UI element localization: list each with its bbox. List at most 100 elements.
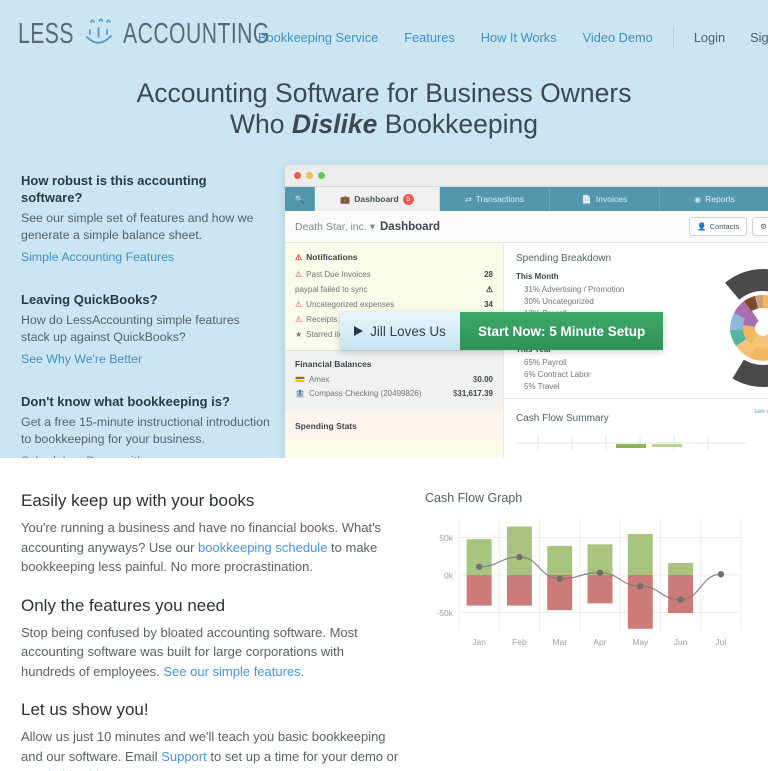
video-testimonial-button[interactable]: Jill Loves Us — [340, 312, 460, 350]
tab-reports[interactable]: ◉ Reports — [660, 187, 768, 211]
video-testimonial-label: Jill Loves Us — [370, 323, 446, 339]
tab-dashboard[interactable]: 💼 Dashboard 5 — [315, 187, 440, 211]
hero-section: LESS ACCOUNTING Bookkeeping Service Feat… — [0, 0, 768, 458]
lower-text-column: Easily keep up with your books You're ru… — [21, 491, 401, 771]
notification-value: 34 — [484, 300, 493, 309]
site-logo[interactable]: LESS ACCOUNTING — [18, 16, 282, 49]
cash-flow-summary-heading: Cash Flow Summary — [516, 413, 609, 424]
feature-body: Get a free 15-minute instructional intro… — [21, 415, 270, 446]
card-icon: 💳 — [295, 375, 305, 384]
nav-link-features[interactable]: Features — [404, 30, 455, 45]
feature-link[interactable]: Simple Accounting Features — [21, 250, 174, 264]
headline-post: Bookkeeping — [377, 109, 538, 139]
gear-icon: ⚙ — [760, 222, 767, 231]
warning-triangle-icon: ⚠ — [295, 315, 303, 324]
hero-headline: Accounting Software for Business Owners … — [0, 78, 768, 140]
notification-row[interactable]: ⚠ Past Due Invoices 28 — [285, 267, 503, 282]
notification-row[interactable]: ⚠ Uncategorized expenses 34 — [285, 297, 503, 312]
cash-flow-see-all-link[interactable]: see all — [754, 408, 768, 415]
app-subheader: Death Star, inc. ▾ Dashboard 👤 Contacts … — [285, 211, 768, 243]
spending-donut-chart — [704, 269, 768, 387]
cash-flow-summary-panel: Cash Flow Summary see all — [504, 398, 768, 458]
page-title: Dashboard — [380, 220, 441, 233]
lower-block-books: Easily keep up with your books You're ru… — [21, 491, 401, 577]
simple-features-link[interactable]: See our simple features. — [163, 664, 304, 679]
feature-body: How do LessAccounting simple features st… — [21, 313, 240, 344]
svg-text:-50k: -50k — [436, 608, 453, 618]
lower-block-title: Easily keep up with your books — [21, 491, 255, 510]
balance-value: $0.00 — [473, 375, 493, 384]
svg-text:Jun: Jun — [674, 637, 688, 647]
briefcase-icon: 💼 — [340, 194, 351, 204]
svg-text:Apr: Apr — [593, 637, 606, 647]
feature-link[interactable]: See Why We're Better — [21, 352, 142, 366]
balance-amount: 31,617.39 — [457, 389, 493, 398]
lower-block-demo: Let us show you! Allow us just 10 minute… — [21, 700, 401, 771]
tab-label: Invoices — [595, 194, 628, 204]
spending-breakdown-panel: Spending Breakdown This Month 31% Advert… — [504, 243, 768, 458]
warning-triangle-icon: ⚠ — [295, 252, 303, 262]
feature-block: Don't know what bookkeeping is? Get a fr… — [21, 393, 271, 458]
balance-row[interactable]: 💳 Amex $0.00 — [295, 375, 493, 384]
lower-block-body: You're running a business and have no fi… — [21, 518, 401, 577]
balance-label: Amex — [308, 375, 330, 384]
warning-triangle-icon: ⚠ — [295, 300, 303, 309]
company-selector[interactable]: Death Star, inc. ▾ — [295, 221, 375, 233]
nav-link-how-it-works[interactable]: How It Works — [481, 30, 557, 45]
cash-flow-graph-column: Cash Flow Graph 50k 0k -50k Jan Feb Mar Apr May… — [425, 491, 750, 653]
tab-label: Reports — [705, 194, 735, 204]
document-icon: 📄 — [581, 194, 592, 204]
hero-overlay-buttons: Jill Loves Us Start Now: 5 Minute Setup — [340, 312, 664, 350]
pie-chart-icon: ◉ — [694, 194, 702, 204]
headline-line-2: Who Dislike Bookkeeping — [0, 109, 768, 140]
tab-search[interactable]: 🔍 — [285, 187, 315, 211]
feature-body: See our simple set of features and how w… — [21, 211, 254, 242]
svg-text:0k: 0k — [444, 571, 454, 581]
company-name: Death Star, inc. — [295, 220, 367, 233]
contacts-button[interactable]: 👤 Contacts — [689, 217, 748, 236]
notifications-heading-label: Notifications — [306, 252, 358, 262]
star-icon: ★ — [295, 330, 303, 339]
notifications-heading: ⚠ Notifications — [285, 243, 503, 267]
financial-balances-panel: Financial Balances 💳 Amex $0.00 🏦 Compas… — [285, 350, 503, 411]
nav-link-video-demo[interactable]: Video Demo — [583, 30, 653, 45]
close-window-dot-icon — [294, 172, 301, 179]
warning-triangle-icon: ⚠ — [485, 285, 493, 294]
notification-value: 28 — [484, 270, 493, 279]
lower-block-body: Stop being confused by bloated accountin… — [21, 623, 401, 682]
logo-text-right: ACCOUNTING — [122, 16, 270, 49]
balance-row[interactable]: 🏦 Compass Checking (20499826) $31,617.39 — [295, 389, 493, 398]
cash-flow-graph-svg: 50k 0k -50k Jan Feb Mar Apr May Jun Jul — [436, 519, 742, 647]
financial-balances-heading: Financial Balances — [295, 359, 372, 369]
support-link[interactable]: Support — [161, 749, 207, 764]
app-tab-bar: 🔍 💼 Dashboard 5 ⇄ Transactions 📄 Invoice… — [285, 187, 768, 211]
lower-block-body: Allow us just 10 minutes and we'll teach… — [21, 727, 401, 771]
nav-divider — [672, 27, 674, 47]
smiley-face-icon — [84, 18, 118, 48]
svg-text:Mar: Mar — [552, 637, 567, 647]
tab-badge-count: 5 — [402, 193, 414, 205]
landing-page: LESS ACCOUNTING Bookkeeping Service Feat… — [0, 0, 768, 771]
headline-emphasis: Dislike — [291, 109, 378, 139]
tab-label: Dashboard — [354, 194, 399, 204]
balance-value: $31,617.39 — [453, 389, 493, 398]
tab-transactions[interactable]: ⇄ Transactions — [440, 187, 550, 211]
tab-invoices[interactable]: 📄 Invoices — [550, 187, 660, 211]
nav-link-signup[interactable]: Signup — [750, 30, 768, 45]
headline-line-1: Accounting Software for Business Owners — [136, 78, 632, 108]
warning-triangle-icon: ⚠ — [295, 270, 303, 279]
nav-link-bookkeeping-service[interactable]: Bookkeeping Service — [258, 30, 378, 45]
balance-label: Compass Checking (20499826) — [308, 389, 422, 398]
bookkeeping-schedule-link[interactable]: bookkeeping schedule — [198, 540, 327, 555]
cash-flow-mini-chart — [516, 436, 746, 450]
nav-link-login[interactable]: Login — [694, 30, 725, 45]
settings-button[interactable]: ⚙ — [752, 217, 768, 236]
svg-text:Jan: Jan — [472, 637, 486, 647]
notification-row[interactable]: paypal failed to sync ⚠ — [285, 282, 503, 297]
exchange-icon: ⇄ — [464, 194, 472, 204]
main-nav: Bookkeeping Service Features How It Work… — [258, 27, 768, 47]
body-text-part: to set up a time for your demo or — [206, 748, 399, 764]
lower-section: Easily keep up with your books You're ru… — [0, 458, 768, 771]
headline-pre: Who — [230, 109, 292, 139]
start-now-button[interactable]: Start Now: 5 Minute Setup — [460, 312, 664, 350]
